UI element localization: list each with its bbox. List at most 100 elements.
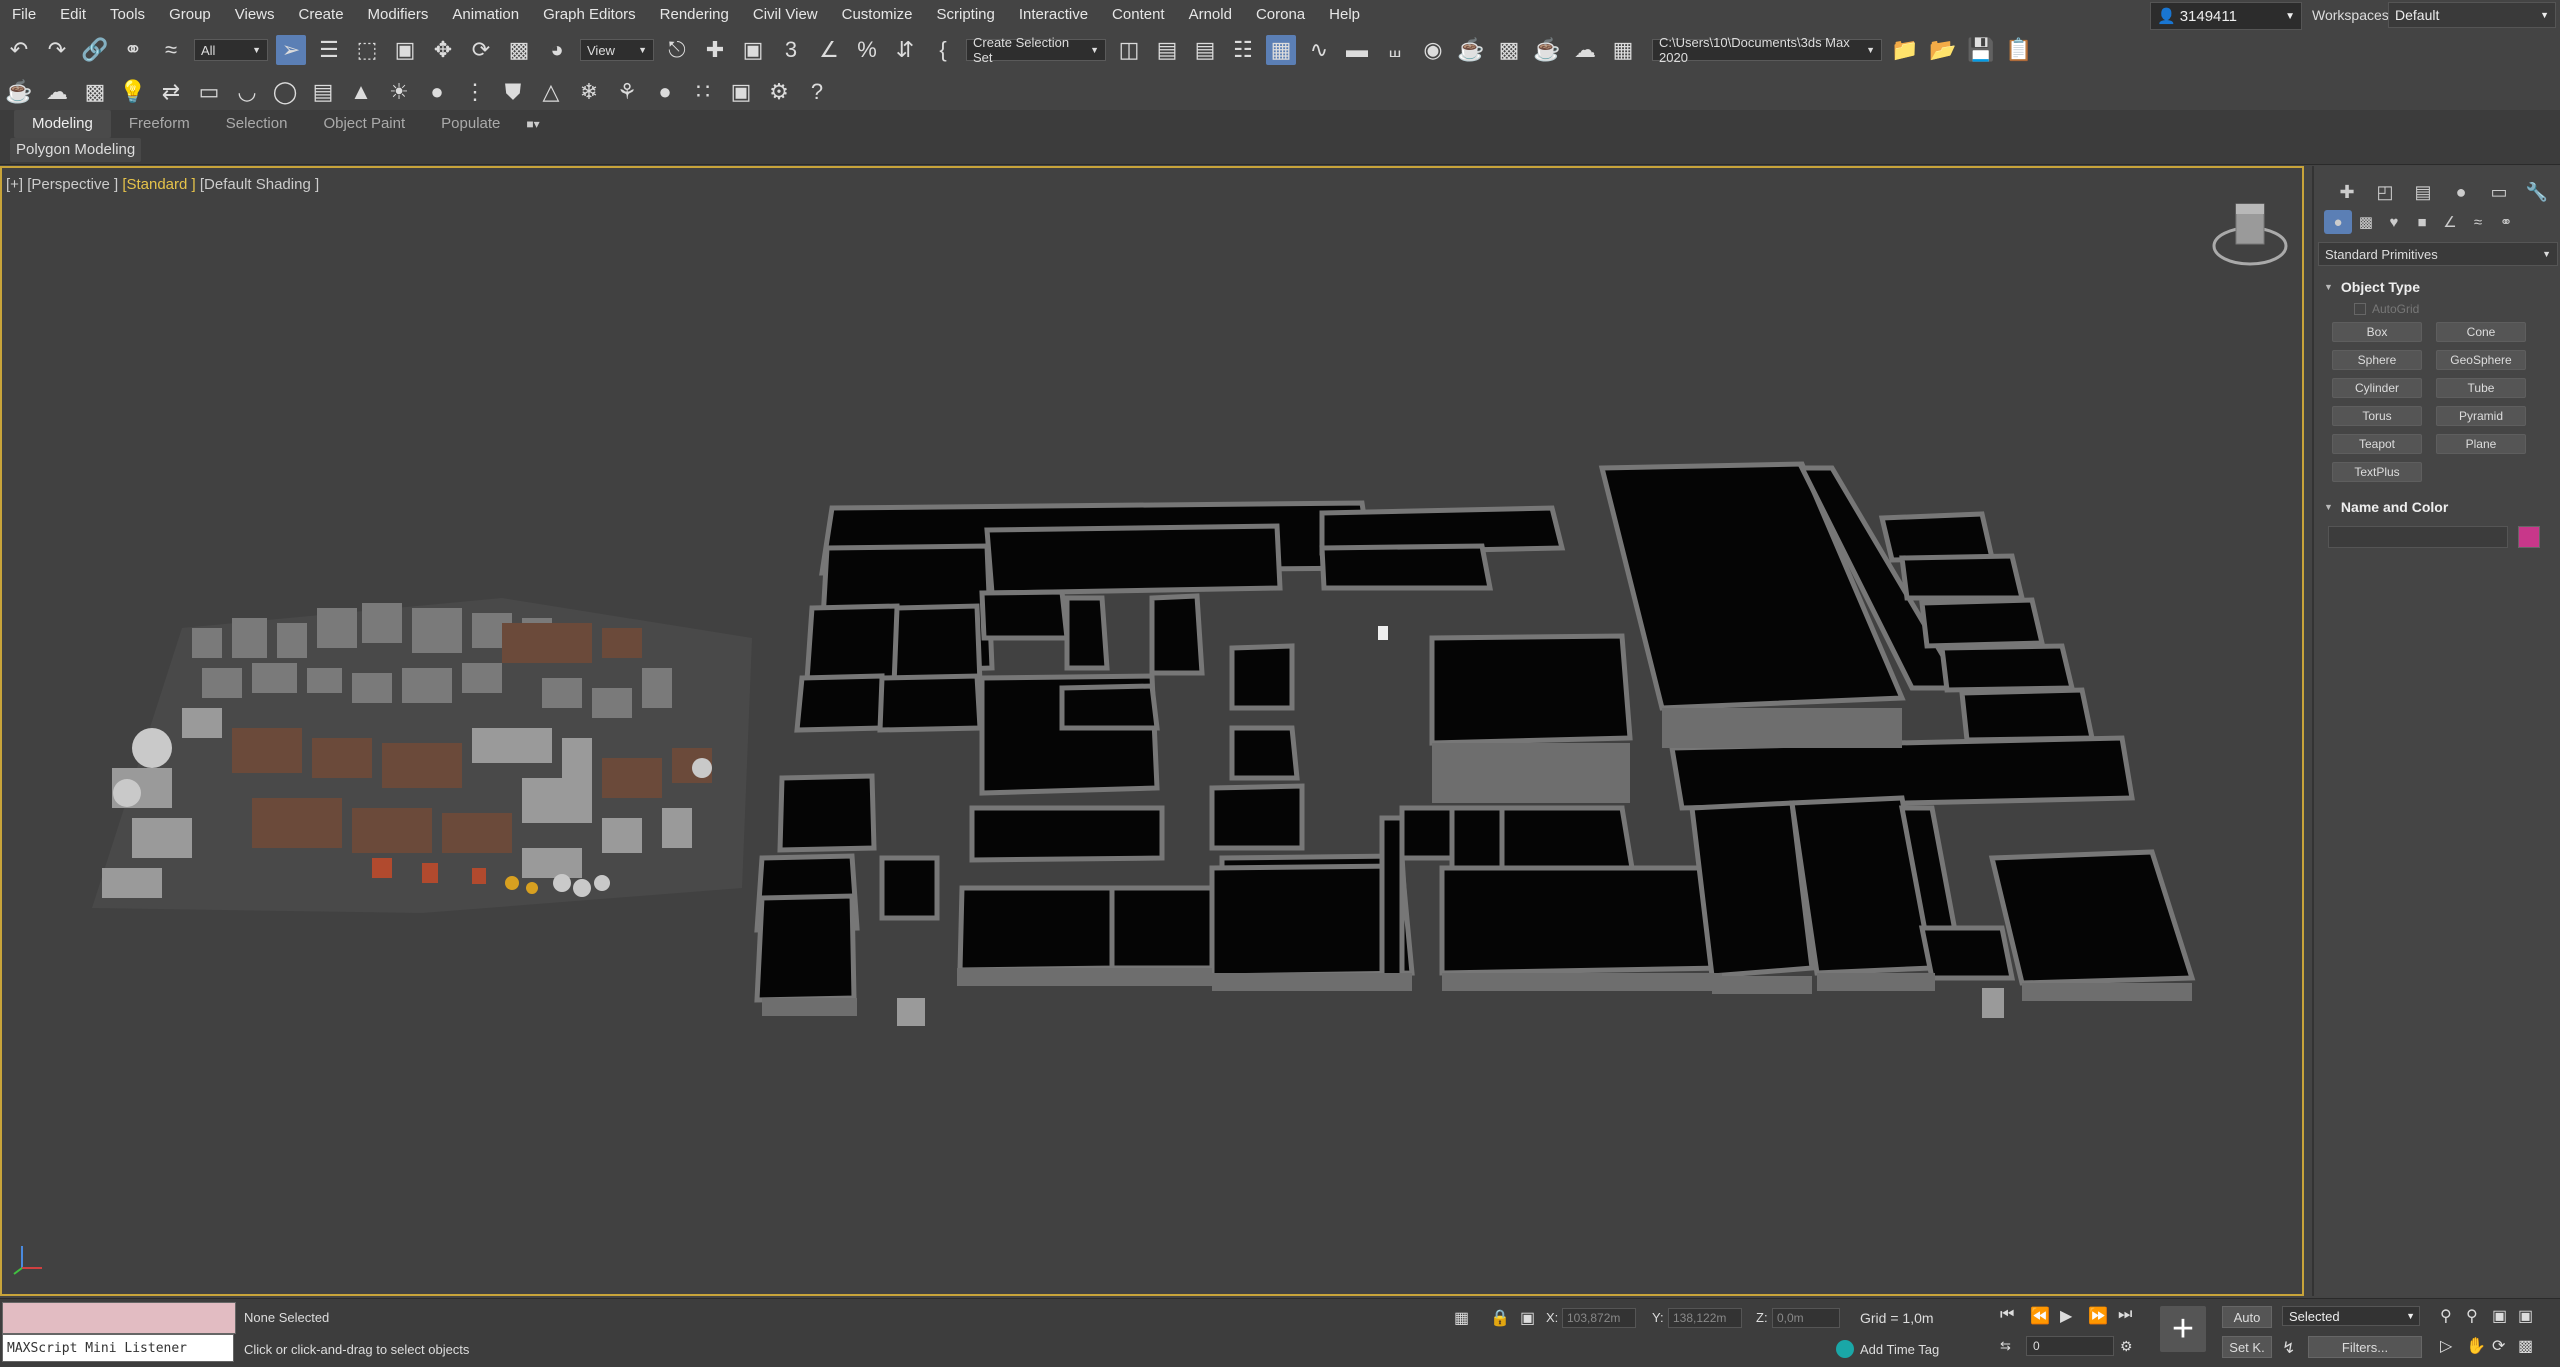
zoom-extents-all-icon[interactable]: ▣ [2518,1306,2533,1326]
go-to-end-icon[interactable]: ⏭ [2118,1306,2132,1324]
maximize-viewport-icon[interactable]: ▩ [2518,1336,2533,1356]
polygon-modeling-panel[interactable]: Polygon Modeling [10,138,142,162]
menu-interactive[interactable]: Interactive [1007,0,1100,30]
schematic-view-icon[interactable]: ⧢ [1380,35,1410,65]
zoom-all-icon[interactable]: ⚲ [2466,1306,2478,1326]
project-path-dropdown[interactable]: C:\Users\10\Documents\3ds Max 2020 ▼ [1652,35,1882,65]
teapot-button[interactable]: Teapot [2332,434,2422,454]
shapes-icon[interactable]: ▩ [2352,210,2380,234]
rectangular-selection-icon[interactable]: ⬚ [352,35,382,65]
light-lister-icon[interactable]: 💡 [118,77,148,107]
menu-modifiers[interactable]: Modifiers [356,0,441,30]
scene-geometry[interactable] [2,168,2302,1294]
sphere-light-icon[interactable]: ● [422,77,452,107]
converter-scene-icon[interactable]: ▣ [726,77,756,107]
corona-sky-icon[interactable]: ▤ [308,77,338,107]
teapot-icon[interactable]: ☕ [4,77,34,107]
menu-create[interactable]: Create [287,0,356,30]
time-configuration-icon[interactable]: ⚙ [2120,1338,2133,1355]
geosphere-button[interactable]: GeoSphere [2436,350,2526,370]
menu-animation[interactable]: Animation [440,0,531,30]
menu-civil-view[interactable]: Civil View [741,0,830,30]
help-icon[interactable]: ? [802,77,832,107]
key-mode-icon[interactable]: ⇆ [2000,1338,2011,1354]
next-frame-icon[interactable]: ⏩ [2088,1306,2108,1326]
isolate-selection-icon[interactable]: ▦ [1454,1308,1469,1328]
dope-sheet-icon[interactable]: ▬ [1342,35,1372,65]
object-color-swatch[interactable] [2518,526,2540,548]
orbit-icon[interactable]: ⟳ [2492,1336,2505,1356]
perspective-viewport[interactable]: [+] [Perspective ] [Standard ] [Default … [0,166,2304,1296]
selection-filter-dropdown[interactable]: All ▼ [194,39,268,61]
menu-group[interactable]: Group [157,0,223,30]
tube-button[interactable]: Tube [2436,378,2526,398]
project-folder-icon[interactable]: 📁 [1890,35,1920,65]
project-settings-icon[interactable]: 📋 [2004,35,2034,65]
frame-buffer-icon[interactable]: ▩ [80,77,110,107]
corona-settings-icon[interactable]: ⚙ [764,77,794,107]
menu-scripting[interactable]: Scripting [924,0,1006,30]
sphere-button[interactable]: Sphere [2332,350,2422,370]
key-filter-dropdown[interactable]: Selected ▼ [2282,1306,2420,1326]
tab-object-paint[interactable]: Object Paint [305,110,423,138]
mirror-icon[interactable]: ◫ [1114,35,1144,65]
menu-tools[interactable]: Tools [98,0,157,30]
render-to-texture-icon[interactable]: ▦ [1608,35,1638,65]
corona-light-dome-icon[interactable]: ◡ [232,77,262,107]
select-object-icon[interactable]: ➢ [276,35,306,65]
place-icon[interactable]: ◕ [542,35,572,65]
angle-snap-icon[interactable]: ∠ [814,35,844,65]
cloud-icon[interactable]: ☁ [42,77,72,107]
display-tab-icon[interactable]: ▭ [2480,180,2518,204]
edit-named-selection-icon[interactable]: { [928,35,958,65]
add-time-tag[interactable]: Add Time Tag [1836,1340,1939,1358]
utilities-tab-icon[interactable]: 🔧 [2518,180,2556,204]
textplus-button[interactable]: TextPlus [2332,462,2422,482]
set-key-big-button[interactable]: + [2160,1306,2206,1352]
save-project-icon[interactable]: 💾 [1966,35,1996,65]
lights-icon[interactable]: ♥ [2380,210,2408,234]
tab-selection[interactable]: Selection [208,110,306,138]
go-to-start-icon[interactable]: ⏮ [2000,1306,2014,1324]
zoom-extents-icon[interactable]: ▣ [2492,1306,2507,1326]
maxscript-listener-input[interactable] [2,1302,236,1334]
set-key-button[interactable]: Set K. [2222,1336,2272,1358]
tab-modeling[interactable]: Modeling [14,110,111,138]
menu-edit[interactable]: Edit [48,0,98,30]
object-name-field[interactable] [2328,526,2508,548]
menu-content[interactable]: Content [1100,0,1177,30]
space-warps-icon[interactable]: ≈ [2464,210,2492,234]
asset-library-cluster[interactable] [92,598,752,913]
z-coordinate-field[interactable]: 0,0m [1772,1308,1840,1328]
menu-rendering[interactable]: Rendering [648,0,741,30]
menu-arnold[interactable]: Arnold [1177,0,1244,30]
sun-icon[interactable]: ☀ [384,77,414,107]
material-sphere-icon[interactable]: ● [650,77,680,107]
converter-icon[interactable]: ⇄ [156,77,186,107]
menu-customize[interactable]: Customize [830,0,925,30]
grass-icon[interactable]: ⚘ [612,77,642,107]
primitive-category-dropdown[interactable]: Standard Primitives ▼ [2318,242,2558,266]
scene-explorer-icon[interactable]: ▤ [1190,35,1220,65]
tab-populate[interactable]: Populate [423,110,518,138]
selection-lock-icon[interactable]: 🔒 [1490,1308,1510,1328]
select-manipulate-icon[interactable]: ✚ [700,35,730,65]
cone-button[interactable]: Cone [2436,322,2526,342]
open-project-icon[interactable]: 📂 [1928,35,1958,65]
layer-explorer-icon[interactable]: ☷ [1228,35,1258,65]
pattern-icon[interactable]: △ [536,77,566,107]
material-library-icon[interactable]: ∷ [688,77,718,107]
torus-button[interactable]: Torus [2332,406,2422,426]
pyramid-button[interactable]: Pyramid [2436,406,2526,426]
play-icon[interactable]: ▶ [2060,1306,2072,1326]
x-coordinate-field[interactable]: 103,872m [1562,1308,1636,1328]
snaps-toggle-icon[interactable]: 3 [776,35,806,65]
hierarchy-tab-icon[interactable]: ▤ [2404,180,2442,204]
redo-icon[interactable]: ↷ [42,35,72,65]
create-tab-icon[interactable]: ✚ [2328,180,2366,204]
render-in-cloud-icon[interactable]: ☁ [1570,35,1600,65]
rendered-frame-window-icon[interactable]: ▩ [1494,35,1524,65]
y-coordinate-field[interactable]: 138,122m [1668,1308,1742,1328]
unlink-icon[interactable]: ⚭ [118,35,148,65]
cameras-icon[interactable]: ■ [2408,210,2436,234]
